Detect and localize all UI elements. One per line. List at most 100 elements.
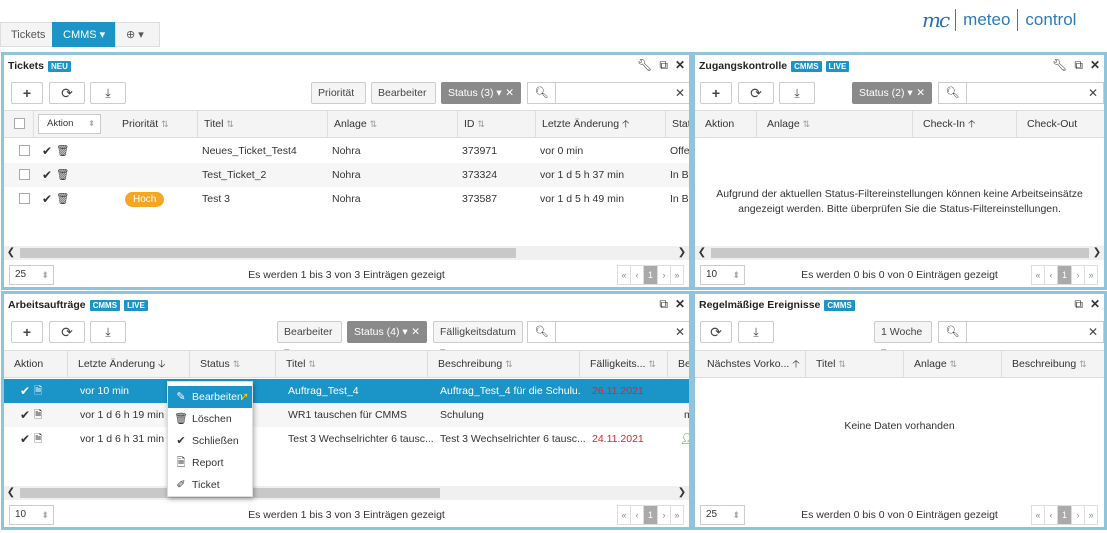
column-header[interactable]: Titel ⇅	[806, 351, 904, 378]
clear-search-icon[interactable]: ✕	[670, 83, 689, 103]
clear-search-icon[interactable]: ✕	[1083, 322, 1103, 342]
scroll-right-icon[interactable]: ❯	[675, 486, 689, 500]
popout-icon[interactable]: ⧉	[1074, 58, 1083, 73]
document-icon[interactable]: 🗎	[28, 379, 42, 403]
close-icon[interactable]: ✕	[675, 297, 685, 312]
clear-filter-icon[interactable]: ✕	[505, 83, 514, 103]
table-row[interactable]: ✔ 🗎 vor 1 d 6 h 31 min Test 3 Wechselric…	[4, 427, 689, 451]
interval-filter[interactable]: 1 Woche ▾	[874, 321, 932, 358]
document-icon[interactable]: 🗎	[28, 427, 42, 451]
table-row[interactable]: ✔ 🗑︎ Test_Ticket_2 Nohra 373324 vor 1 d …	[4, 163, 689, 187]
scroll-right-icon[interactable]: ❯	[1090, 246, 1104, 260]
status-filter[interactable]: Status (3) ▾ ✕	[441, 82, 521, 104]
table-row[interactable]: ✔ 🗑︎ Neues_Ticket_Test4 Nohra 373971 vor…	[4, 139, 689, 163]
wrench-icon[interactable]: 🔧︎	[637, 58, 652, 73]
menu-item-delete[interactable]: 🗑︎ Löschen	[168, 408, 252, 430]
row-checkbox[interactable]	[19, 145, 30, 156]
last-page-button[interactable]: »	[1084, 505, 1098, 525]
last-page-button[interactable]: »	[670, 505, 684, 525]
page-button[interactable]: 1	[1057, 505, 1072, 525]
table-row[interactable]: ✔ 🗎 vor 1 d 6 h 19 min WR1 tauschen für …	[4, 403, 689, 427]
menu-item-close[interactable]: ✔ Schließen	[168, 430, 252, 452]
column-header[interactable]: ID ⇅	[458, 111, 536, 138]
download-button[interactable]: ⤓	[738, 321, 774, 343]
select-all-checkbox[interactable]	[14, 118, 25, 129]
first-page-button[interactable]: «	[1031, 265, 1045, 285]
page-size-select[interactable]: 10 ⬍	[9, 505, 54, 525]
next-page-button[interactable]: ›	[657, 265, 671, 285]
clear-filter-icon[interactable]: ✕	[916, 83, 925, 103]
next-page-button[interactable]: ›	[1071, 505, 1085, 525]
column-header[interactable]: Check-In 🡡	[913, 111, 1017, 138]
close-icon[interactable]: ✕	[675, 58, 685, 73]
column-header[interactable]: Check-Out	[1017, 111, 1104, 138]
refresh-button[interactable]: ⟳	[738, 82, 774, 104]
tab-tickets[interactable]: Tickets	[0, 22, 57, 47]
status-filter[interactable]: Status (4) ▾ ✕	[347, 321, 427, 343]
menu-item-report[interactable]: 🗎 Report	[168, 452, 252, 474]
scroll-thumb[interactable]	[711, 248, 1089, 258]
column-header[interactable]: Anlage ⇅	[757, 111, 913, 138]
column-header[interactable]: Aktion	[695, 111, 757, 138]
last-page-button[interactable]: »	[670, 265, 684, 285]
download-button[interactable]: ⤓	[90, 321, 126, 343]
column-header[interactable]: Aktion	[4, 351, 68, 378]
page-size-select[interactable]: 10 ⬍	[700, 265, 745, 285]
scroll-right-icon[interactable]: ❯	[675, 246, 689, 260]
column-header[interactable]: Anlage ⇅	[904, 351, 1002, 378]
page-button[interactable]: 1	[643, 505, 658, 525]
refresh-button[interactable]: ⟳	[700, 321, 732, 343]
scroll-left-icon[interactable]: ❮	[4, 246, 18, 260]
download-button[interactable]: ⤓	[90, 82, 126, 104]
priority-filter[interactable]: Priorität ▾	[311, 82, 366, 119]
row-checkbox[interactable]	[19, 169, 30, 180]
column-header[interactable]: Statu	[666, 111, 689, 138]
row-checkbox[interactable]	[19, 193, 30, 204]
popout-icon[interactable]: ⧉	[659, 58, 668, 73]
column-header[interactable]: Fälligkeits... ⇅	[580, 351, 668, 378]
add-button[interactable]: +	[11, 321, 43, 343]
prev-page-button[interactable]: ‹	[1044, 265, 1058, 285]
column-header[interactable]: Status ⇅	[190, 351, 276, 378]
next-page-button[interactable]: ›	[1071, 265, 1085, 285]
prev-page-button[interactable]: ‹	[1044, 505, 1058, 525]
first-page-button[interactable]: «	[1031, 505, 1045, 525]
clear-search-icon[interactable]: ✕	[1083, 83, 1103, 103]
document-icon[interactable]: 🗎	[28, 403, 42, 427]
add-button[interactable]: +	[700, 82, 732, 104]
editor-filter[interactable]: Bearbeiter ▾	[371, 82, 436, 119]
trash-icon[interactable]: 🗑︎	[50, 163, 69, 187]
page-button[interactable]: 1	[1057, 265, 1072, 285]
clear-filter-icon[interactable]: ✕	[411, 322, 420, 342]
column-header[interactable]: Letzte Änderung 🡣	[68, 351, 190, 378]
refresh-button[interactable]: ⟳	[49, 321, 85, 343]
column-header[interactable]: Letzte Änderung 🡡	[536, 111, 666, 138]
add-dashboard-button[interactable]: ⊕ ▾	[115, 22, 160, 47]
page-size-select[interactable]: 25 ⬍	[700, 505, 745, 525]
clear-search-icon[interactable]: ✕	[670, 322, 689, 342]
column-header[interactable]: Nächstes Vorko... 🡡	[695, 351, 806, 378]
next-page-button[interactable]: ›	[657, 505, 671, 525]
column-header[interactable]: Beschreibung ⇅	[428, 351, 580, 378]
add-button[interactable]: +	[11, 82, 43, 104]
refresh-button[interactable]: ⟳	[49, 82, 85, 104]
horizontal-scrollbar[interactable]: ❮ ❯	[4, 246, 689, 260]
column-header[interactable]: Priorität ⇅	[116, 111, 198, 138]
table-row[interactable]: ✔ 🗑︎ Hoch Test 3 Nohra 373587 vor 1 d 5 …	[4, 187, 689, 211]
prev-page-button[interactable]: ‹	[630, 265, 644, 285]
table-row[interactable]: ✔ 🗎 vor 10 min Auftrag_Test_4 Auftrag_Te…	[4, 379, 689, 403]
close-icon[interactable]: ✕	[1090, 297, 1100, 312]
scroll-left-icon[interactable]: ❮	[4, 486, 18, 500]
scroll-left-icon[interactable]: ❮	[695, 246, 709, 260]
menu-item-edit[interactable]: ✎ Bearbeiten ➚	[168, 386, 252, 408]
status-filter[interactable]: Status (2) ▾ ✕	[852, 82, 932, 104]
column-header[interactable]: Titel ⇅	[198, 111, 328, 138]
page-button[interactable]: 1	[643, 265, 658, 285]
menu-item-ticket[interactable]: ✐ Ticket	[168, 474, 252, 496]
tab-cmms[interactable]: CMMS ▾	[52, 22, 117, 47]
page-size-select[interactable]: 25 ⬍	[9, 265, 54, 285]
first-page-button[interactable]: «	[617, 505, 631, 525]
last-page-button[interactable]: »	[1084, 265, 1098, 285]
prev-page-button[interactable]: ‹	[630, 505, 644, 525]
column-header[interactable]: Be	[668, 351, 689, 378]
